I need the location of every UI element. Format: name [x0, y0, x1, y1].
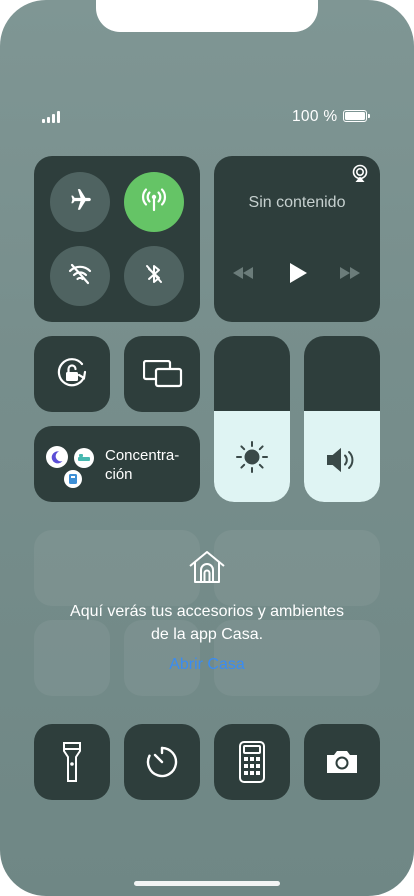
antenna-icon	[139, 185, 169, 220]
rotation-lock-button[interactable]	[34, 336, 110, 412]
airplane-icon	[67, 187, 93, 218]
bluetooth-off-icon	[141, 261, 167, 292]
calculator-button[interactable]	[214, 724, 290, 800]
speaker-icon	[325, 445, 359, 480]
camera-icon	[325, 749, 359, 780]
screen-mirroring-button[interactable]	[124, 336, 200, 412]
wifi-button[interactable]	[50, 246, 110, 306]
house-icon	[188, 549, 226, 590]
flashlight-icon	[63, 741, 81, 788]
home-indicator[interactable]	[134, 881, 280, 886]
camera-button[interactable]	[304, 724, 380, 800]
calculator-icon	[239, 741, 265, 788]
focus-tile[interactable]: Concentra- ción	[34, 426, 200, 502]
focus-label-line1: Concentra-	[105, 447, 180, 464]
fast-forward-icon[interactable]	[339, 266, 361, 284]
bluetooth-button[interactable]	[124, 246, 184, 306]
rewind-icon[interactable]	[232, 266, 254, 284]
connectivity-tile	[34, 156, 200, 322]
screen-mirroring-icon	[142, 359, 183, 393]
battery-percentage: 100 %	[292, 108, 338, 125]
cellular-data-button[interactable]	[124, 172, 184, 232]
media-title: Sin contenido	[248, 194, 346, 211]
airplane-mode-button[interactable]	[50, 172, 110, 232]
home-placeholder	[34, 530, 200, 606]
bed-icon	[74, 448, 94, 468]
home-message: Aquí verás tus accesorios y ambientes de…	[0, 600, 414, 646]
timer-icon	[144, 744, 180, 785]
moon-icon	[46, 446, 68, 468]
volume-slider[interactable]	[304, 336, 380, 502]
control-center: 100 % Sin contenido Concentra- ción Aquí…	[0, 0, 414, 896]
signal-icon	[42, 111, 60, 123]
now-playing-tile[interactable]: Sin contenido	[214, 156, 380, 322]
timer-button[interactable]	[124, 724, 200, 800]
flashlight-button[interactable]	[34, 724, 110, 800]
wifi-off-icon	[66, 260, 94, 293]
focus-label-line2: ción	[105, 466, 133, 483]
home-message-line1: Aquí verás tus accesorios y ambientes	[70, 603, 344, 620]
rotation-lock-icon	[53, 355, 91, 398]
home-message-line2: de la app Casa.	[150, 626, 264, 643]
battery-icon	[343, 110, 370, 122]
badge-icon	[64, 470, 82, 488]
brightness-slider[interactable]	[214, 336, 290, 502]
airplay-icon[interactable]	[350, 164, 370, 189]
play-icon[interactable]	[289, 263, 307, 288]
home-placeholder	[214, 530, 380, 606]
focus-label: Concentra- ción	[105, 446, 179, 484]
notch	[96, 0, 318, 32]
sun-icon	[234, 439, 270, 480]
open-home-link[interactable]: Abrir Casa	[0, 656, 414, 674]
